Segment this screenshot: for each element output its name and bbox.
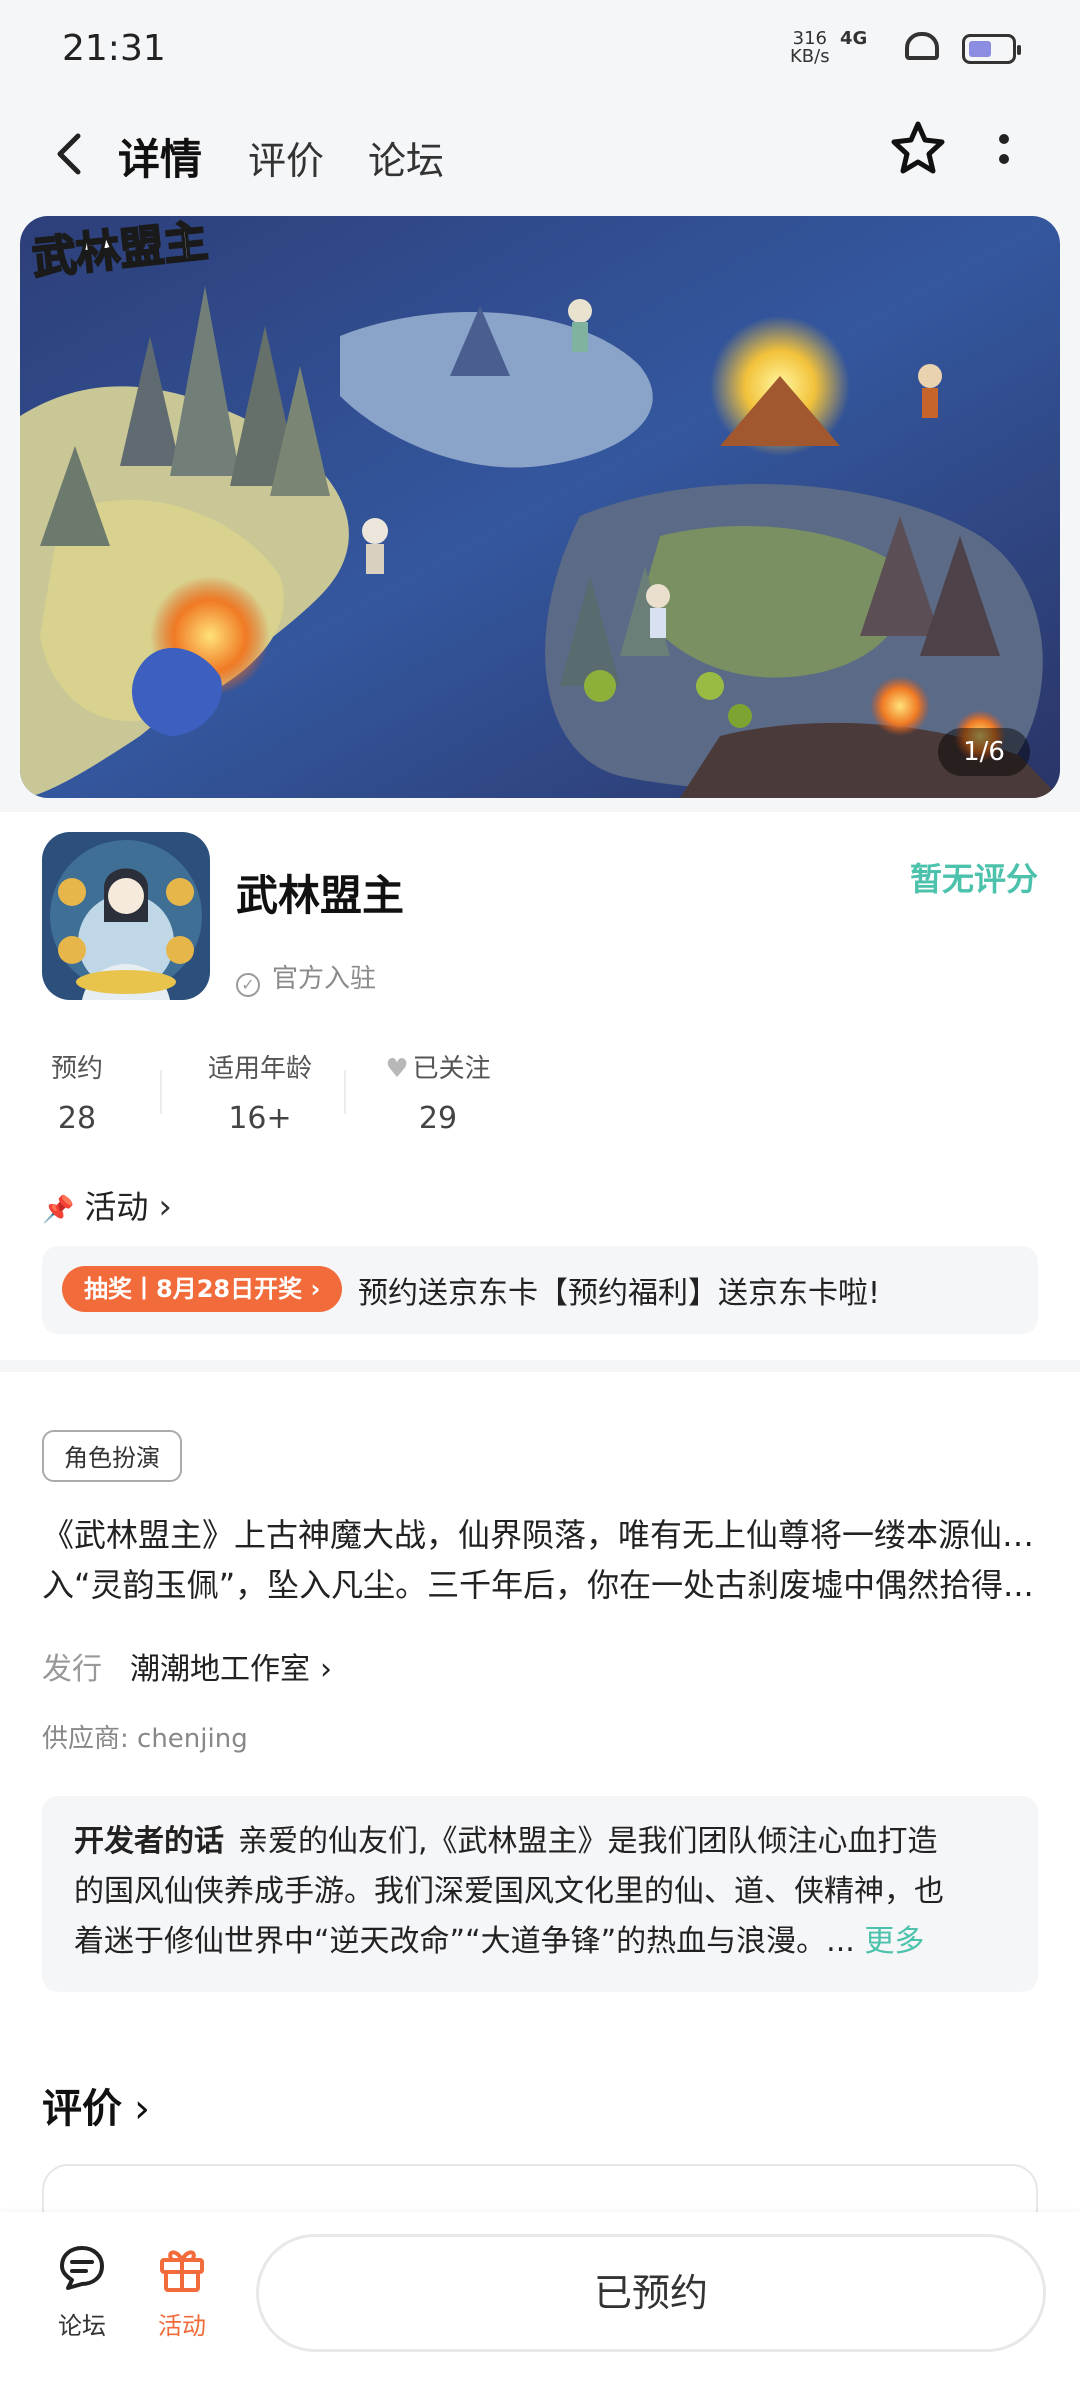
signal-icon: 4G bbox=[840, 28, 868, 49]
more-link[interactable]: 更多 bbox=[864, 1924, 924, 1959]
description-line: 《武林盟主》上古神魔大战，仙界陨落，唯有无上仙尊将一缕本源仙魂封 bbox=[42, 1516, 1038, 1554]
chevron-right-icon: › bbox=[134, 2086, 150, 2132]
stat-label: ♥ 已关注 bbox=[378, 1048, 498, 1085]
developer-note-line: 开发者的话 亲爱的仙友们,《武林盟主》是我们团队倾注心血打造 bbox=[74, 1816, 938, 1860]
stat-label: 预约 bbox=[50, 1054, 103, 1084]
genre-tag[interactable]: 角色扮演 bbox=[42, 1430, 182, 1482]
status-bar: 21:31 316 KB/s 4G bbox=[0, 0, 1080, 96]
divider bbox=[160, 1070, 162, 1114]
banner-section: 武林盟主 1/6 bbox=[0, 212, 1080, 812]
activity-text: 预约送京东卡【预约福利】送京东卡啦! bbox=[358, 1276, 881, 1311]
tab-details-label: 详情 bbox=[118, 135, 203, 184]
lottery-badge: 抽奖丨8月28日开奖 › bbox=[62, 1266, 343, 1312]
stat-value: 28 bbox=[57, 1101, 97, 1136]
stat-label: 适用年龄 bbox=[207, 1054, 312, 1084]
activity-heading-label: 活动 bbox=[84, 1188, 149, 1226]
game-title: 武林盟主 bbox=[236, 871, 405, 920]
chat-bubble-icon bbox=[54, 2240, 110, 2296]
stat-age-rating: 适用年龄 16+ bbox=[200, 1048, 320, 1136]
check-circle-icon: ✓ bbox=[236, 973, 260, 997]
activity-card[interactable]: 抽奖丨8月28日开奖 › 预约送京东卡【预约福利】送京东卡啦! bbox=[42, 1246, 1038, 1334]
nav-activity[interactable]: 活动 bbox=[142, 2240, 222, 2341]
reviews-heading-label: 评价 bbox=[42, 2086, 122, 2132]
tab-reviews[interactable]: 评价 bbox=[248, 130, 324, 185]
wifi-icon bbox=[905, 32, 939, 60]
game-description[interactable]: 《武林盟主》上古神魔大战，仙界陨落，唯有无上仙尊将一缕本源仙魂封 入“灵韵玉佩”… bbox=[42, 1510, 1038, 1610]
nav-forum[interactable]: 论坛 bbox=[42, 2240, 122, 2341]
tab-forum[interactable]: 论坛 bbox=[368, 130, 444, 185]
heart-icon: ♥ bbox=[385, 1054, 409, 1084]
activity-heading[interactable]: 📌 活动 › bbox=[42, 1182, 172, 1228]
supplier-text: 供应商: chenjing bbox=[42, 1724, 248, 1754]
publisher-name: 潮潮地工作室 bbox=[130, 1652, 310, 1687]
lottery-badge-label: 抽奖丨8月28日开奖 bbox=[84, 1275, 303, 1303]
gift-icon bbox=[154, 2240, 210, 2296]
publisher-label: 发行 bbox=[42, 1652, 102, 1687]
developer-note-title: 开发者的话 bbox=[74, 1824, 224, 1859]
developer-note-line: 着迷于修仙世界中“逆天改命”“大道争锋”的热血与浪漫。... 更多 bbox=[74, 1916, 924, 1960]
developer-note[interactable]: 开发者的话 亲爱的仙友们,《武林盟主》是我们团队倾注心血打造 的国风仙侠养成手游。… bbox=[42, 1796, 1038, 1992]
pin-icon: 📌 bbox=[42, 1195, 75, 1225]
battery-icon bbox=[962, 34, 1021, 64]
section-separator bbox=[0, 1360, 1080, 1372]
developer-note-text: 亲爱的仙友们,《武林盟主》是我们团队倾注心血打造 bbox=[238, 1824, 938, 1859]
nav-activity-label: 活动 bbox=[158, 2312, 206, 2340]
status-time: 21:31 bbox=[62, 28, 166, 69]
chevron-right-icon: › bbox=[158, 1187, 172, 1227]
official-badge: ✓ 官方入驻 bbox=[236, 958, 376, 997]
screenshot-carousel[interactable]: 武林盟主 1/6 bbox=[20, 216, 1060, 798]
tab-details[interactable]: 详情 bbox=[112, 126, 209, 191]
chevron-right-icon: › bbox=[320, 1652, 332, 1687]
bottom-action-bar: 论坛 活动 已预约 bbox=[0, 2212, 1080, 2400]
description-line: 入“灵韵玉佩”，坠入凡尘。三千年后，你在一处古刹废墟中偶然拾得... bbox=[42, 1566, 1034, 1604]
chevron-left-icon[interactable] bbox=[50, 130, 90, 178]
developer-note-line: 的国风仙侠养成手游。我们深爱国风文化里的仙、道、侠精神，也 bbox=[74, 1874, 944, 1909]
developer-note-text: 着迷于修仙世界中“逆天改命”“大道争锋”的热血与浪漫。... bbox=[74, 1924, 855, 1959]
net-speed: 316 KB/s bbox=[790, 30, 830, 66]
stat-followers[interactable]: ♥ 已关注 29 bbox=[378, 1048, 498, 1136]
top-nav: 详情 评价 论坛 bbox=[0, 96, 1080, 212]
stat-reservations: 预约 28 bbox=[42, 1048, 112, 1136]
official-label: 官方入驻 bbox=[272, 964, 377, 994]
divider bbox=[344, 1070, 346, 1114]
game-icon bbox=[42, 832, 210, 1000]
nav-forum-label: 论坛 bbox=[58, 2312, 106, 2340]
net-speed-unit: KB/s bbox=[790, 46, 830, 67]
stat-value: 29 bbox=[418, 1101, 458, 1136]
star-icon[interactable] bbox=[888, 118, 948, 178]
follow-label: 已关注 bbox=[412, 1054, 491, 1084]
publisher-row[interactable]: 发行 潮潮地工作室 › bbox=[42, 1644, 332, 1688]
stat-value: 16+ bbox=[228, 1101, 292, 1136]
reviews-heading[interactable]: 评价 › bbox=[42, 2076, 150, 2134]
carousel-counter: 1/6 bbox=[938, 728, 1030, 776]
rating-status: 暂无评分 bbox=[909, 860, 1038, 898]
reserved-button[interactable]: 已预约 bbox=[256, 2234, 1046, 2352]
more-vertical-icon[interactable] bbox=[992, 128, 1016, 176]
